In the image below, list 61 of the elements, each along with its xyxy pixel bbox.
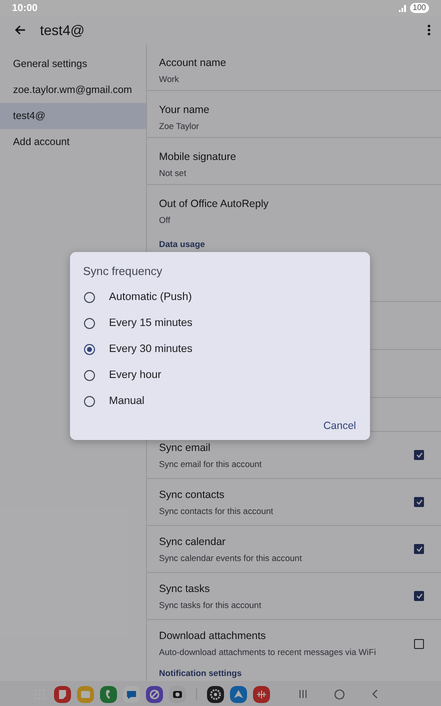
radio-button[interactable] bbox=[84, 344, 95, 354]
checkbox[interactable] bbox=[414, 638, 424, 648]
notes-icon[interactable] bbox=[54, 686, 71, 702]
cancel-button[interactable]: Cancel bbox=[319, 417, 360, 435]
signal-icon bbox=[398, 4, 406, 12]
phone-icon[interactable] bbox=[100, 686, 117, 702]
option-label: Manual bbox=[109, 395, 144, 407]
radio-option[interactable]: Every 15 minutes bbox=[70, 310, 370, 336]
radio-button[interactable] bbox=[84, 370, 95, 380]
setting-value: Not set bbox=[159, 166, 188, 180]
back-icon[interactable] bbox=[371, 689, 379, 699]
radio-option[interactable]: Manual bbox=[70, 388, 370, 414]
setting-description: Sync calendar events for this account bbox=[159, 552, 303, 564]
battery-level: 100 bbox=[410, 3, 429, 13]
camera-icon[interactable] bbox=[169, 686, 186, 702]
setting-description: Sync email for this account bbox=[159, 458, 263, 470]
setting-title[interactable]: Your name bbox=[159, 102, 424, 118]
checkbox[interactable] bbox=[414, 497, 424, 507]
section-header: Data usage bbox=[159, 239, 205, 249]
more-options-icon[interactable] bbox=[427, 24, 431, 36]
option-label: Every hour bbox=[109, 369, 162, 381]
home-icon[interactable] bbox=[334, 688, 345, 700]
setting-title[interactable]: Account name bbox=[159, 54, 424, 72]
radio-option[interactable]: Every 30 minutes bbox=[70, 336, 370, 362]
radio-button[interactable] bbox=[84, 292, 95, 302]
setting-title[interactable]: Sync contacts bbox=[159, 486, 414, 504]
sidebar-item[interactable]: zoe.taylor.wm@gmail.com bbox=[0, 77, 146, 103]
radio-option[interactable]: Automatic (Push) bbox=[70, 284, 370, 310]
section-header: Notification settings bbox=[159, 668, 242, 678]
setting-description: Sync tasks for this account bbox=[159, 598, 262, 612]
setting-value: Work bbox=[159, 72, 180, 86]
setting-title[interactable]: Out of Office AutoReply bbox=[159, 196, 424, 213]
sound-wave-icon[interactable] bbox=[253, 686, 270, 702]
setting-title[interactable]: Mobile signature bbox=[159, 148, 424, 166]
setting-title[interactable]: Sync tasks bbox=[159, 580, 414, 598]
radio-button[interactable] bbox=[84, 396, 95, 406]
option-label: Every 30 minutes bbox=[109, 343, 192, 355]
gear-icon[interactable] bbox=[207, 686, 224, 702]
option-label: Automatic (Push) bbox=[109, 291, 192, 303]
setting-title[interactable]: Sync calendar bbox=[159, 534, 414, 550]
dialog-title: Sync frequency bbox=[82, 265, 162, 280]
option-label: Every 15 minutes bbox=[109, 317, 192, 329]
checkbox[interactable] bbox=[414, 450, 424, 460]
sidebar-item[interactable]: General settings bbox=[0, 51, 146, 77]
recents-icon[interactable] bbox=[298, 689, 308, 699]
setting-value: Off bbox=[159, 214, 172, 227]
chat-bubble-icon[interactable] bbox=[123, 686, 140, 702]
sidebar-item[interactable]: Add account bbox=[0, 129, 146, 155]
setting-description: Auto-download attachments to recent messages via WiFi bbox=[159, 646, 377, 659]
setting-value: Zoe Taylor bbox=[159, 120, 200, 132]
setting-title[interactable]: Download attachments bbox=[159, 628, 414, 645]
setting-description: Sync contacts for this account bbox=[159, 504, 274, 518]
setting-title[interactable]: Sync email bbox=[159, 440, 414, 456]
checkbox[interactable] bbox=[414, 591, 424, 601]
radio-option[interactable]: Every hour bbox=[70, 362, 370, 388]
sidebar-item[interactable]: test4@ bbox=[0, 103, 146, 129]
checkbox[interactable] bbox=[414, 544, 424, 554]
radio-button[interactable] bbox=[84, 318, 95, 328]
screen-title: test4@ bbox=[40, 22, 86, 38]
back-arrow-icon[interactable] bbox=[14, 24, 26, 36]
clock: 10:00 bbox=[12, 2, 38, 14]
